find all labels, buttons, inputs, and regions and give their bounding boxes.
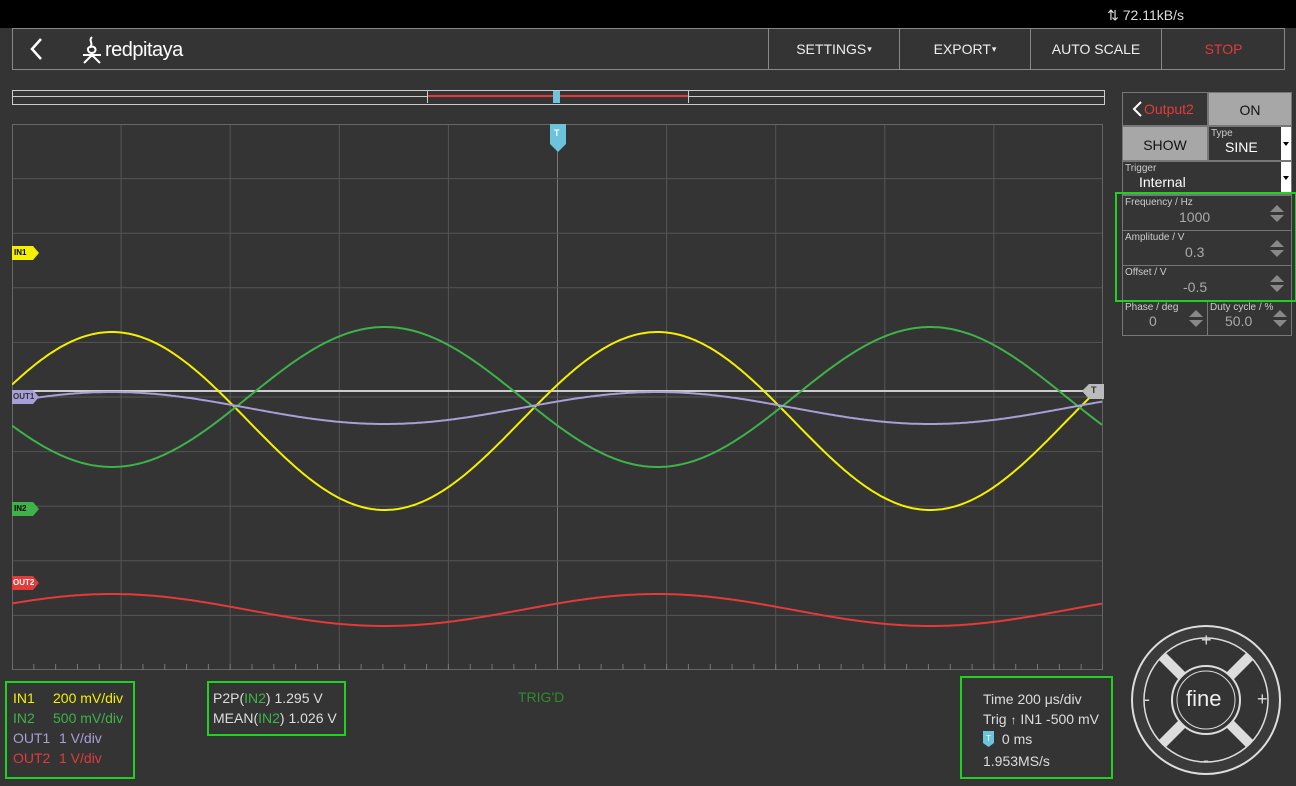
status-bar: ⇅ 72.11kB/s [0,0,1296,28]
scale-row-in2: IN2 500 mV/div [13,708,123,728]
type-value: SINE [1225,139,1258,155]
output2-title: Output2 [1144,101,1194,117]
joystick-left-button[interactable]: - [1144,689,1150,710]
measurements-box: P2P(IN2) 1.295 V MEAN(IN2) 1.026 V [207,681,346,736]
stop-button[interactable]: STOP [1161,29,1285,69]
trigger-time-marker-label: T [554,128,560,138]
joystick-right-button[interactable]: + [1257,689,1268,710]
rising-edge-icon: ↑ [1010,713,1017,727]
highlight-box-generator-params [1115,192,1296,302]
show-button[interactable]: SHOW [1122,126,1208,161]
autoscale-label: AUTO SCALE [1051,41,1141,57]
logo-text: redpitaya [105,39,183,61]
trigger-label: Trigger [1125,163,1157,174]
phase-input[interactable]: Phase / deg 0 [1122,300,1208,336]
in1-marker-label: IN1 [14,248,27,257]
scale-in1-value: 200 mV/div [53,690,124,706]
trigger-marker-icon: T [983,731,994,747]
trigger-prefix: Trig [983,711,1007,727]
spinner-arrows-icon[interactable] [1272,309,1288,329]
chevron-left-icon [30,38,42,60]
p2p-label: P2P( [213,690,245,706]
out1-marker[interactable]: OUT1 [12,390,39,404]
caret-down-icon: ▾ [867,43,872,54]
in1-marker[interactable]: IN1 [12,246,39,260]
channel-scales-box: IN1 200 mV/div IN2 500 mV/div OUT1 1 V/div … [5,681,135,779]
chevron-left-icon [1132,101,1142,117]
trigger-level-marker[interactable]: T [1082,384,1104,399]
joystick-up-button[interactable]: + [1201,630,1212,651]
scale-row-out1: OUT1 1 V/div [13,728,102,748]
dropdown-arrow-icon [1281,162,1291,194]
svg-text:T: T [986,734,991,743]
mean-value: ) 1.026 V [279,710,337,726]
trigger-status: TRIG'D [518,689,565,705]
p2p-channel: IN2 [244,690,266,706]
network-arrows-icon: ⇅ [1107,7,1119,23]
back-button[interactable] [25,35,47,63]
scale-out1-value: 1 V/div [59,730,102,746]
mean-channel: IN2 [258,710,280,726]
scale-in2-value: 500 mV/div [53,710,124,726]
buffer-position-bar[interactable] [12,90,1105,105]
trigger-select[interactable]: Trigger Internal [1122,161,1292,195]
export-label: EXPORT [933,41,991,57]
fine-button[interactable]: fine [1186,686,1221,712]
time-base[interactable]: Time 200 μs/div [983,689,1082,709]
p2p-value: ) 1.295 V [265,690,323,706]
scale-in2-name: IN2 [13,710,35,726]
trigger-info[interactable]: Trig ↑ IN1 -500 mV [983,709,1099,730]
network-speed: ⇅ 72.11kB/s [1107,7,1184,24]
out2-marker[interactable]: OUT2 [12,576,39,590]
network-speed-value: 72.11kB/s [1122,7,1184,23]
duty-cycle-value: 50.0 [1225,313,1253,329]
scale-in1-name: IN1 [13,690,35,706]
scale-out2-name: OUT2 [13,750,51,766]
trigger-position-info: T 0 ms [983,729,1032,749]
out1-marker-label: OUT1 [13,392,35,401]
trigger-time-marker[interactable]: T [550,124,566,152]
phase-label: Phase / deg [1125,302,1179,313]
measurement-mean[interactable]: MEAN(IN2) 1.026 V [213,708,337,728]
duty-cycle-label: Duty cycle / % [1210,302,1274,313]
in2-marker-label: IN2 [14,504,27,513]
out2-marker-label: OUT2 [13,578,35,587]
settings-menu-button[interactable]: SETTINGS ▾ [768,29,899,69]
output-on-label: ON [1239,102,1261,118]
trigger-value: IN1 -500 mV [1020,711,1099,727]
stop-label: STOP [1204,41,1243,57]
sample-rate: 1.953MS/s [983,753,1050,769]
phase-value: 0 [1149,313,1157,329]
duty-cycle-input[interactable]: Duty cycle / % 50.0 [1207,300,1292,336]
type-select[interactable]: Type SINE [1208,126,1292,161]
buffer-trigger-handle[interactable] [553,91,560,103]
caret-down-icon: ▾ [991,43,997,54]
scale-row-in1: IN1 200 mV/div [13,688,123,708]
show-label: SHOW [1143,137,1187,153]
type-label: Type [1211,128,1233,139]
export-menu-button[interactable]: EXPORT ▾ [899,29,1030,69]
mean-label: MEAN( [213,710,259,726]
trigger-value: Internal [1139,174,1186,190]
scale-row-out2: OUT2 1 V/div [13,748,102,768]
spinner-arrows-icon[interactable] [1188,309,1204,329]
autoscale-button[interactable]: AUTO SCALE [1030,29,1161,69]
logo-mark-icon [83,36,101,64]
scale-out2-value: 1 V/div [59,750,102,766]
top-navigation: redpitaya SETTINGS ▾ EXPORT ▾ AUTO SCALE… [12,28,1285,70]
measurement-p2p[interactable]: P2P(IN2) 1.295 V [213,688,323,708]
timing-info-box: Time 200 μs/div Trig ↑ IN1 -500 mV T 0 m… [960,676,1113,779]
output-on-button[interactable]: ON [1208,92,1292,126]
redpitaya-logo: redpitaya [79,35,199,64]
output2-back-button[interactable]: Output2 [1122,92,1208,126]
trigger-level-marker-label: T [1091,385,1097,395]
in2-marker[interactable]: IN2 [12,502,39,516]
dropdown-arrow-icon [1281,127,1291,160]
oscilloscope-plot[interactable] [12,124,1103,670]
scale-out1-name: OUT1 [13,730,51,746]
trigger-position-value: 0 ms [1001,731,1033,747]
joystick-down-button[interactable]: - [1203,750,1209,771]
settings-label: SETTINGS [796,41,867,57]
